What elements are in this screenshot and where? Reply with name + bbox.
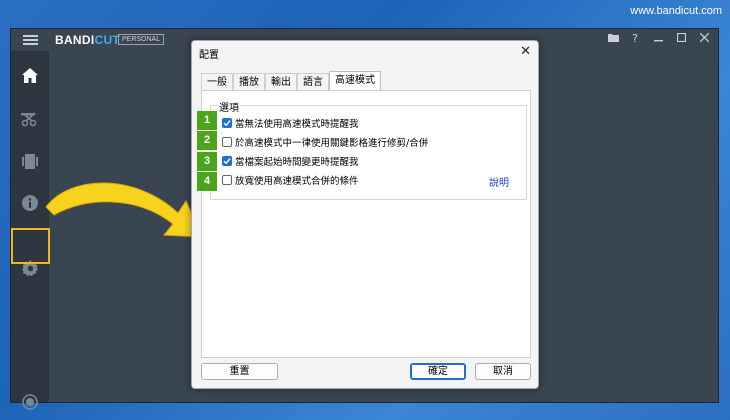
option-label-1: 當無法使用高速模式時提醒我 <box>235 119 359 130</box>
tab-high-speed-mode[interactable]: 高速模式 <box>329 71 381 91</box>
cancel-button[interactable]: 取消 <box>475 363 531 380</box>
home-icon[interactable] <box>11 56 49 94</box>
tab-panel: 選項 當無法使用高速模式時提醒我 於高速模式中一律使用關鍵影格進行修剪/合併 當… <box>201 90 531 358</box>
option-row-3[interactable]: 當檔案起始時間變更時提醒我 <box>222 154 359 168</box>
maximize-icon[interactable] <box>674 32 688 46</box>
option-checkbox-3[interactable] <box>222 156 232 166</box>
option-row-4[interactable]: 放寬使用高速模式合併的條件 <box>222 173 359 187</box>
close-icon[interactable] <box>697 32 711 46</box>
brand-name: BANDI <box>55 33 95 47</box>
app-brand: BANDICUT <box>55 33 120 47</box>
option-row-1[interactable]: 當無法使用高速模式時提醒我 <box>222 116 359 130</box>
callout-badge-2: 2 <box>197 131 217 150</box>
help-link[interactable]: 說明 <box>489 174 509 189</box>
option-label-3: 當檔案起始時間變更時提醒我 <box>235 157 359 168</box>
tab-bar: 一般 播放 輸出 語言 高速模式 <box>201 71 381 91</box>
option-label-2: 於高速模式中一律使用關鍵影格進行修剪/合併 <box>235 138 429 149</box>
reset-button[interactable]: 重置 <box>201 363 278 380</box>
help-icon[interactable]: ? <box>628 32 642 46</box>
record-icon[interactable] <box>11 383 49 420</box>
tab-output[interactable]: 輸出 <box>265 73 297 91</box>
option-checkbox-1[interactable] <box>222 118 232 128</box>
minimize-icon[interactable] <box>651 32 665 46</box>
tab-language[interactable]: 語言 <box>297 73 329 91</box>
hamburger-menu-icon[interactable] <box>23 35 38 45</box>
cut-icon[interactable] <box>11 100 49 138</box>
options-group-label: 選項 <box>218 99 240 114</box>
callout-badge-1: 1 <box>197 111 217 130</box>
tab-general[interactable]: 一般 <box>201 73 233 91</box>
folder-icon[interactable] <box>606 32 620 46</box>
config-dialog: 配置 ✕ 一般 播放 輸出 語言 高速模式 選項 當無法使用高速模式時提醒我 於… <box>191 40 539 389</box>
dialog-title: 配置 <box>199 50 219 61</box>
tab-playback[interactable]: 播放 <box>233 73 265 91</box>
callout-badge-4: 4 <box>197 172 217 191</box>
callout-badge-3: 3 <box>197 152 217 171</box>
dialog-close-icon[interactable]: ✕ <box>520 44 531 59</box>
option-label-4: 放寬使用高速模式合併的條件 <box>235 176 359 187</box>
edition-badge: PERSONAL <box>118 34 165 45</box>
option-row-2[interactable]: 於高速模式中一律使用關鍵影格進行修剪/合併 <box>222 135 428 149</box>
option-checkbox-4[interactable] <box>222 175 232 185</box>
ok-button[interactable]: 確定 <box>410 363 466 380</box>
bandicut-watermark: www.bandicut.com <box>630 5 722 17</box>
pointer-arrow-icon <box>45 182 203 238</box>
option-checkbox-2[interactable] <box>222 137 232 147</box>
brand-accent: CUT <box>94 33 121 47</box>
